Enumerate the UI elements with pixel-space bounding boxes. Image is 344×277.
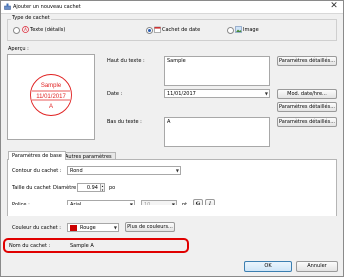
stamp-preview-bottom-text: A bbox=[49, 104, 53, 110]
stamp-preview: Sample 11/01/2017 A bbox=[30, 74, 72, 116]
stamp-name-label: Nom du cachet : bbox=[9, 243, 51, 249]
stamp-type-group-label: Type de cachet bbox=[11, 15, 51, 21]
radio-date-stamp-label: Cachet de date bbox=[162, 27, 201, 33]
diameter-unit: po bbox=[109, 185, 116, 191]
stamp-app-icon bbox=[4, 3, 11, 10]
ok-button[interactable]: OK bbox=[244, 261, 292, 272]
stamp-name-field[interactable]: Sample A bbox=[67, 241, 183, 250]
date-select-value: 11/01/2017 bbox=[167, 91, 196, 97]
stamp-outline-value: Rond bbox=[70, 168, 83, 174]
top-text-details-button[interactable]: Paramètres détaillés... bbox=[277, 56, 337, 66]
preview-box: Sample 11/01/2017 A bbox=[7, 54, 95, 140]
more-colors-button[interactable]: Plus de couleurs... bbox=[125, 222, 175, 232]
bottom-text-label: Bas du texte : bbox=[107, 119, 142, 125]
chevron-down-icon: ▼ bbox=[113, 225, 117, 230]
radio-image-label: Image bbox=[243, 27, 259, 33]
diameter-label: Diamètre : bbox=[53, 185, 80, 191]
tab-panel-basic-extension bbox=[7, 205, 337, 216]
top-text-label: Haut du texte : bbox=[107, 58, 145, 64]
stamp-preview-top-text: Sample bbox=[41, 83, 62, 89]
stamp-color-value: Rouge bbox=[80, 225, 96, 231]
cancel-button[interactable]: Annuler bbox=[296, 261, 338, 272]
title-bar: Ajouter un nouveau cachet ✕ bbox=[1, 1, 343, 14]
tab-basic-settings[interactable]: Paramètres de base bbox=[8, 151, 66, 160]
stamp-outline-label: Contour du cachet : bbox=[12, 168, 62, 174]
radio-date-stamp[interactable] bbox=[146, 27, 153, 34]
date-stamp-icon bbox=[154, 26, 161, 33]
top-text-field[interactable]: Sample bbox=[164, 56, 270, 86]
date-select[interactable]: 11/01/2017 ▼ bbox=[164, 89, 270, 98]
text-stamp-icon: A bbox=[22, 26, 29, 33]
svg-text:A: A bbox=[24, 27, 27, 32]
chevron-down-icon: ▼ bbox=[175, 168, 179, 173]
stamp-preview-date-text: 11/01/2017 bbox=[36, 94, 66, 100]
diameter-field[interactable]: 0.94 bbox=[77, 183, 101, 192]
stamp-outline-select[interactable]: Rond ▼ bbox=[67, 166, 181, 175]
stamp-color-select[interactable]: Rouge ▼ bbox=[67, 223, 119, 232]
stamp-size-label: Taille du cachet bbox=[12, 185, 51, 191]
date-details-button[interactable]: Paramètres détaillés... bbox=[277, 102, 337, 112]
radio-text-details[interactable] bbox=[13, 27, 20, 34]
bottom-text-details-button[interactable]: Paramètres détaillés... bbox=[277, 117, 337, 127]
date-format-button[interactable]: Mod. date/hre... bbox=[277, 89, 337, 99]
chevron-down-icon: ▼ bbox=[264, 91, 268, 96]
add-stamp-dialog: Ajouter un nouveau cachet ✕ Type de cach… bbox=[0, 0, 344, 277]
radio-text-details-label: Texte (détails) bbox=[30, 27, 66, 33]
color-swatch bbox=[70, 225, 77, 231]
stamp-color-label: Couleur du cachet : bbox=[12, 225, 61, 231]
preview-label: Aperçu : bbox=[8, 46, 29, 52]
diameter-spinner[interactable]: ▴ ▾ bbox=[100, 183, 105, 192]
radio-image[interactable] bbox=[227, 27, 234, 34]
image-icon bbox=[235, 26, 242, 33]
window-title: Ajouter un nouveau cachet bbox=[13, 4, 81, 10]
bottom-text-field[interactable]: A bbox=[164, 117, 270, 147]
close-button[interactable]: ✕ bbox=[325, 1, 343, 12]
date-label: Date : bbox=[107, 91, 123, 97]
